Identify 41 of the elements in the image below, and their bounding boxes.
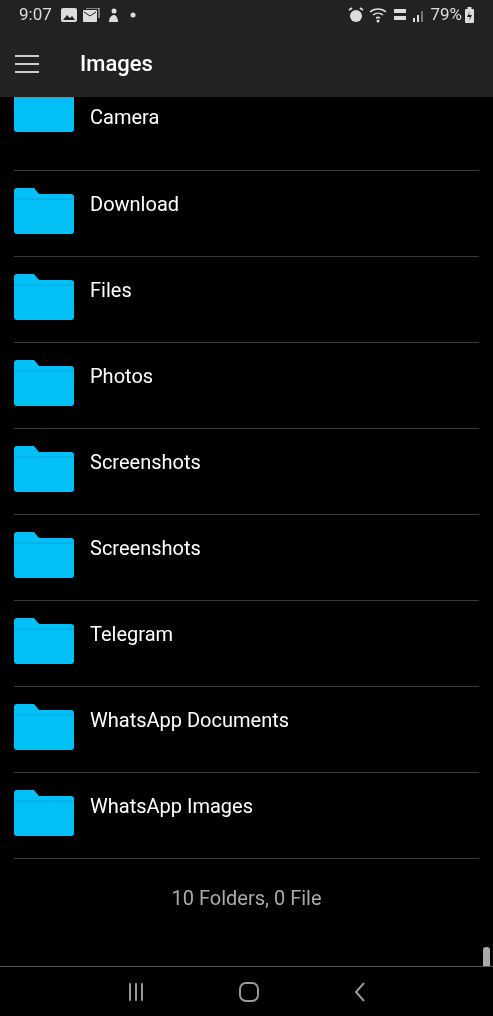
- folder-name: Photos: [90, 363, 154, 390]
- folder-name: Files: [90, 277, 132, 304]
- folder-row[interactable]: Screenshots: [14, 428, 479, 514]
- image-notification-icon: [60, 8, 77, 22]
- folder-row[interactable]: Files: [14, 256, 479, 342]
- scrollbar-thumb[interactable]: [483, 947, 490, 966]
- folder-name: Download: [90, 191, 180, 218]
- folder-row[interactable]: Telegram: [14, 600, 479, 686]
- folder-icon: [14, 188, 74, 234]
- folder-icon: [14, 790, 74, 836]
- battery-percent: 79%: [430, 3, 462, 27]
- folder-name: WhatsApp Documents: [90, 707, 290, 734]
- alarm-icon: [348, 7, 365, 23]
- folder-icon: [14, 704, 74, 750]
- folder-name: Screenshots: [90, 449, 201, 476]
- dot-icon: [129, 12, 136, 18]
- folder-row[interactable]: WhatsApp Images: [14, 772, 479, 858]
- folder-row[interactable]: Photos: [14, 342, 479, 428]
- folder-icon: [14, 360, 74, 406]
- battery-charging-icon: [465, 7, 474, 23]
- page-title: Images: [80, 50, 153, 78]
- folder-row[interactable]: Screenshots: [14, 514, 479, 600]
- folder-row[interactable]: Download: [14, 170, 479, 256]
- folder-icon: [14, 532, 74, 578]
- folder-name: WhatsApp Images: [90, 793, 253, 820]
- folder-icon: [14, 274, 74, 320]
- folder-row[interactable]: Camera: [14, 97, 479, 170]
- home-icon[interactable]: [238, 980, 261, 1003]
- back-icon[interactable]: [352, 980, 367, 1003]
- folder-name: Camera: [90, 104, 160, 131]
- mail-icon: [82, 8, 100, 22]
- folder-icon: [14, 446, 74, 492]
- folder-icon: [14, 618, 74, 664]
- menu-button[interactable]: [15, 54, 39, 73]
- folder-name: Screenshots: [90, 535, 201, 562]
- folder-summary: 10 Folders, 0 File: [171, 885, 322, 912]
- folder-icon: [14, 97, 74, 132]
- status-time: 9:07: [19, 3, 52, 27]
- folder-row[interactable]: WhatsApp Documents: [14, 686, 479, 772]
- figure-icon: [106, 7, 119, 23]
- folder-name: Telegram: [90, 621, 174, 648]
